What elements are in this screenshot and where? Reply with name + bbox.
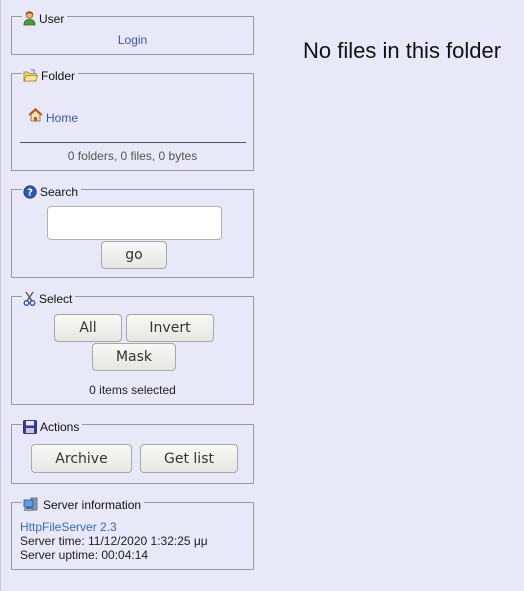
server-software-link[interactable]: HttpFileServer 2.3 (20, 520, 117, 534)
actions-panel-legend: Actions (22, 416, 83, 434)
empty-folder-message: No files in this folder (303, 38, 502, 63)
folder-icon (23, 69, 38, 83)
archive-button[interactable]: Archive (31, 444, 132, 473)
svg-text:?: ? (27, 188, 33, 199)
actions-panel-title: Actions (40, 420, 80, 434)
home-breadcrumb[interactable]: Home (28, 107, 78, 125)
invert-selection-button[interactable]: Invert (126, 314, 214, 342)
help-icon: ? (23, 185, 37, 199)
actions-panel: Actions Archive Get list (11, 416, 254, 484)
login-link[interactable]: Login (12, 33, 253, 47)
folder-divider (20, 142, 246, 143)
select-panel-legend: Select (22, 288, 76, 306)
search-go-button[interactable]: go (101, 241, 167, 269)
server-info-panel: Server information HttpFileServer 2.3 Se… (11, 494, 254, 570)
select-panel: Select All Invert Mask 0 items selected (11, 288, 254, 405)
user-icon (23, 11, 36, 26)
search-panel: ? Search go (11, 181, 254, 278)
folder-panel-legend: Folder (22, 65, 79, 83)
selection-status: 0 items selected (89, 383, 176, 397)
window-left-edge (0, 0, 1, 591)
folder-panel-title: Folder (41, 69, 76, 83)
server-info-panel-title: Server information (43, 498, 142, 512)
folder-panel: Folder Home 0 folders, 0 files, 0 bytes (11, 65, 254, 171)
home-icon (28, 107, 43, 125)
search-panel-legend: ? Search (22, 181, 82, 199)
server-info-panel-legend: Server information (22, 494, 145, 512)
server-uptime: Server uptime: 00:04:14 (20, 548, 149, 562)
search-panel-title: Search (40, 185, 79, 199)
user-panel-title: User (39, 12, 65, 26)
home-link[interactable]: Home (46, 111, 78, 125)
search-input[interactable] (47, 206, 222, 240)
select-panel-title: Select (39, 292, 73, 306)
user-panel: User Login (11, 8, 254, 55)
user-panel-legend: User (22, 8, 68, 26)
computer-icon (23, 497, 40, 512)
server-time: Server time: 11/12/2020 1:32:25 μμ (20, 534, 208, 548)
scissors-icon (23, 291, 36, 306)
mask-button[interactable]: Mask (92, 343, 176, 371)
get-list-button[interactable]: Get list (140, 444, 238, 473)
folder-summary: 0 folders, 0 files, 0 bytes (67, 149, 198, 163)
floppy-disk-icon (23, 420, 37, 434)
select-all-button[interactable]: All (54, 314, 122, 342)
